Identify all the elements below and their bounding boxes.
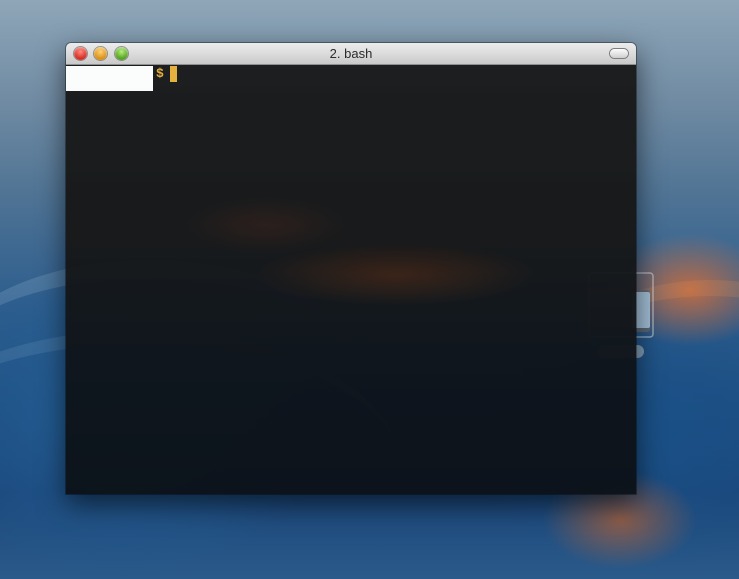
toolbar-toggle-button[interactable] — [610, 49, 628, 58]
terminal-window: 2. bash $ — [66, 43, 636, 494]
text-cursor — [169, 66, 177, 82]
prompt-line: $ — [66, 65, 177, 91]
prompt-symbol: $ — [156, 66, 164, 81]
redacted-hostname — [66, 65, 153, 91]
terminal-content[interactable]: $ — [66, 65, 636, 494]
title-bar[interactable]: 2. bash — [66, 43, 636, 65]
window-title: 2. bash — [329, 46, 373, 61]
